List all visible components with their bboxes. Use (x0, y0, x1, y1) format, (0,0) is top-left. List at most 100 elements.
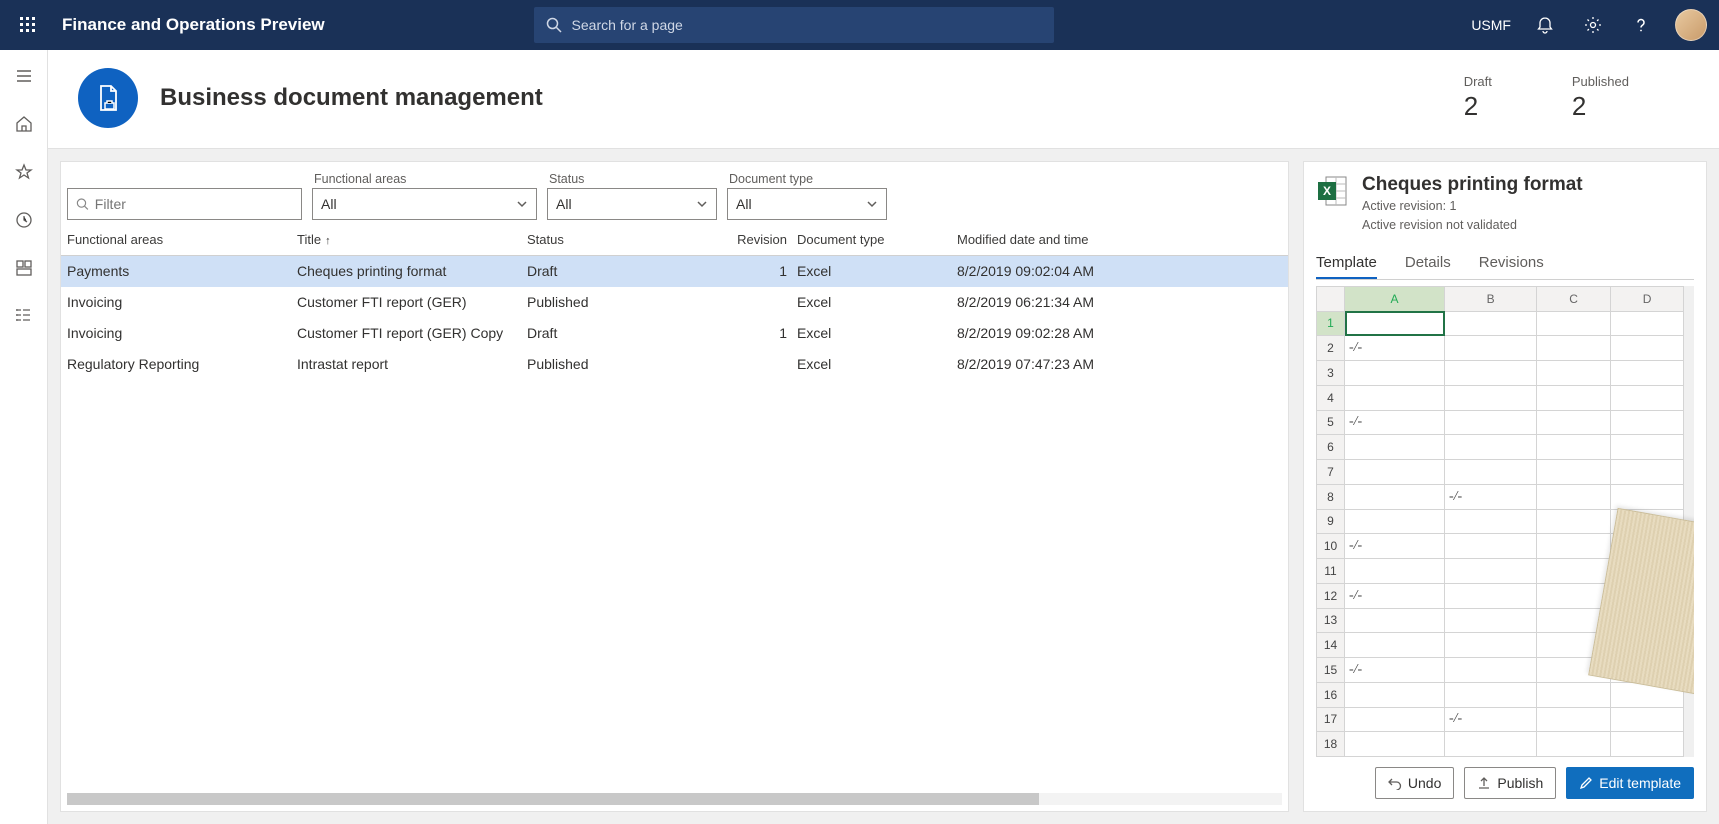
sheet-cell[interactable] (1445, 608, 1537, 633)
home-icon[interactable] (8, 108, 40, 140)
sheet-cell[interactable] (1345, 311, 1445, 336)
horizontal-scrollbar[interactable] (67, 793, 1282, 805)
sheet-row-header[interactable]: 8 (1317, 484, 1345, 509)
sheet-cell[interactable]: -/- (1345, 583, 1445, 608)
col-header-status[interactable]: Status (527, 232, 717, 247)
waffle-icon[interactable] (12, 9, 44, 41)
sheet-col-header[interactable]: B (1445, 286, 1537, 311)
sheet-row-header[interactable]: 1 (1317, 311, 1345, 336)
sheet-cell[interactable] (1345, 633, 1445, 658)
table-row[interactable]: InvoicingCustomer FTI report (GER)Publis… (61, 287, 1288, 318)
sheet-cell[interactable] (1610, 707, 1683, 732)
tab-revisions[interactable]: Revisions (1479, 248, 1544, 279)
search-box[interactable] (534, 7, 1054, 43)
sheet-row-header[interactable]: 9 (1317, 509, 1345, 534)
avatar[interactable] (1675, 9, 1707, 41)
tab-details[interactable]: Details (1405, 248, 1451, 279)
sheet-cell[interactable]: -/- (1345, 410, 1445, 435)
sheet-row-header[interactable]: 5 (1317, 410, 1345, 435)
sheet-cell[interactable]: -/- (1445, 484, 1537, 509)
sheet-cell[interactable] (1537, 435, 1610, 460)
sheet-cell[interactable] (1537, 732, 1610, 757)
hamburger-icon[interactable] (8, 60, 40, 92)
help-icon[interactable] (1627, 11, 1655, 39)
sheet-row-header[interactable]: 2 (1317, 336, 1345, 361)
edit-template-button[interactable]: Edit template (1566, 767, 1694, 799)
workspaces-icon[interactable] (8, 252, 40, 284)
sheet-col-header[interactable]: C (1537, 286, 1610, 311)
sheet-row-header[interactable]: 6 (1317, 435, 1345, 460)
fa-dropdown[interactable]: All (312, 188, 537, 220)
sheet-cell[interactable] (1537, 311, 1610, 336)
sheet-cell[interactable] (1445, 559, 1537, 584)
sheet-row-header[interactable]: 16 (1317, 682, 1345, 707)
publish-button[interactable]: Publish (1464, 767, 1556, 799)
sheet-cell[interactable] (1445, 732, 1537, 757)
sheet-cell[interactable] (1537, 682, 1610, 707)
sheet-cell[interactable] (1345, 682, 1445, 707)
sheet-cell[interactable] (1445, 336, 1537, 361)
sheet-cell[interactable] (1537, 583, 1610, 608)
sheet-row-header[interactable]: 12 (1317, 583, 1345, 608)
sheet-cell[interactable] (1537, 385, 1610, 410)
sheet-cell[interactable] (1345, 460, 1445, 485)
modules-icon[interactable] (8, 300, 40, 332)
sheet-cell[interactable] (1445, 361, 1537, 386)
company-label[interactable]: USMF (1471, 17, 1511, 33)
sheet-cell[interactable]: -/- (1345, 534, 1445, 559)
sheet-cell[interactable] (1445, 385, 1537, 410)
gear-icon[interactable] (1579, 11, 1607, 39)
sheet-col-header[interactable]: D (1610, 286, 1683, 311)
sheet-cell[interactable] (1610, 311, 1683, 336)
sheet-row-header[interactable]: 13 (1317, 608, 1345, 633)
sheet-cell[interactable]: -/- (1345, 336, 1445, 361)
search-input[interactable] (572, 17, 1042, 33)
sheet-cell[interactable] (1537, 559, 1610, 584)
sheet-col-header[interactable]: A (1345, 286, 1445, 311)
sheet-cell[interactable] (1445, 509, 1537, 534)
sheet-cell[interactable] (1537, 509, 1610, 534)
sheet-cell[interactable] (1445, 435, 1537, 460)
sheet-cell[interactable] (1537, 361, 1610, 386)
sheet-cell[interactable] (1345, 509, 1445, 534)
sheet-cell[interactable] (1610, 460, 1683, 485)
sheet-preview[interactable]: ABCD12-/-345-/-678-/-910-/-1112-/-131415… (1316, 286, 1694, 757)
sheet-cell[interactable] (1610, 410, 1683, 435)
doctype-dropdown[interactable]: All (727, 188, 887, 220)
recent-icon[interactable] (8, 204, 40, 236)
sheet-cell[interactable] (1345, 732, 1445, 757)
sheet-cell[interactable] (1537, 707, 1610, 732)
sheet-cell[interactable] (1345, 385, 1445, 410)
status-dropdown[interactable]: All (547, 188, 717, 220)
sheet-cell[interactable] (1445, 658, 1537, 683)
sheet-cell[interactable] (1345, 608, 1445, 633)
sheet-row-header[interactable]: 11 (1317, 559, 1345, 584)
sheet-row-header[interactable]: 10 (1317, 534, 1345, 559)
col-header-title[interactable]: Title↑ (297, 232, 527, 247)
sheet-cell[interactable] (1445, 460, 1537, 485)
sheet-cell[interactable] (1445, 410, 1537, 435)
col-header-modified[interactable]: Modified date and time (957, 232, 1157, 247)
sheet-cell[interactable]: -/- (1345, 658, 1445, 683)
sheet-cell[interactable] (1345, 707, 1445, 732)
sheet-row-header[interactable]: 7 (1317, 460, 1345, 485)
sheet-cell[interactable] (1610, 385, 1683, 410)
sheet-cell[interactable] (1537, 484, 1610, 509)
favorites-icon[interactable] (8, 156, 40, 188)
sheet-cell[interactable] (1610, 732, 1683, 757)
sheet-row-header[interactable]: 17 (1317, 707, 1345, 732)
sheet-cell[interactable] (1445, 583, 1537, 608)
sheet-cell[interactable] (1610, 484, 1683, 509)
sheet-cell[interactable] (1537, 460, 1610, 485)
sheet-row-header[interactable]: 3 (1317, 361, 1345, 386)
sheet-cell[interactable] (1345, 435, 1445, 460)
sheet-cell[interactable] (1610, 336, 1683, 361)
sheet-cell[interactable] (1537, 534, 1610, 559)
sheet-cell[interactable] (1345, 559, 1445, 584)
sheet-cell[interactable] (1445, 633, 1537, 658)
undo-button[interactable]: Undo (1375, 767, 1454, 799)
sheet-cell[interactable] (1537, 410, 1610, 435)
sheet-cell[interactable] (1345, 484, 1445, 509)
sheet-cell[interactable]: -/- (1445, 707, 1537, 732)
sheet-cell[interactable] (1610, 435, 1683, 460)
